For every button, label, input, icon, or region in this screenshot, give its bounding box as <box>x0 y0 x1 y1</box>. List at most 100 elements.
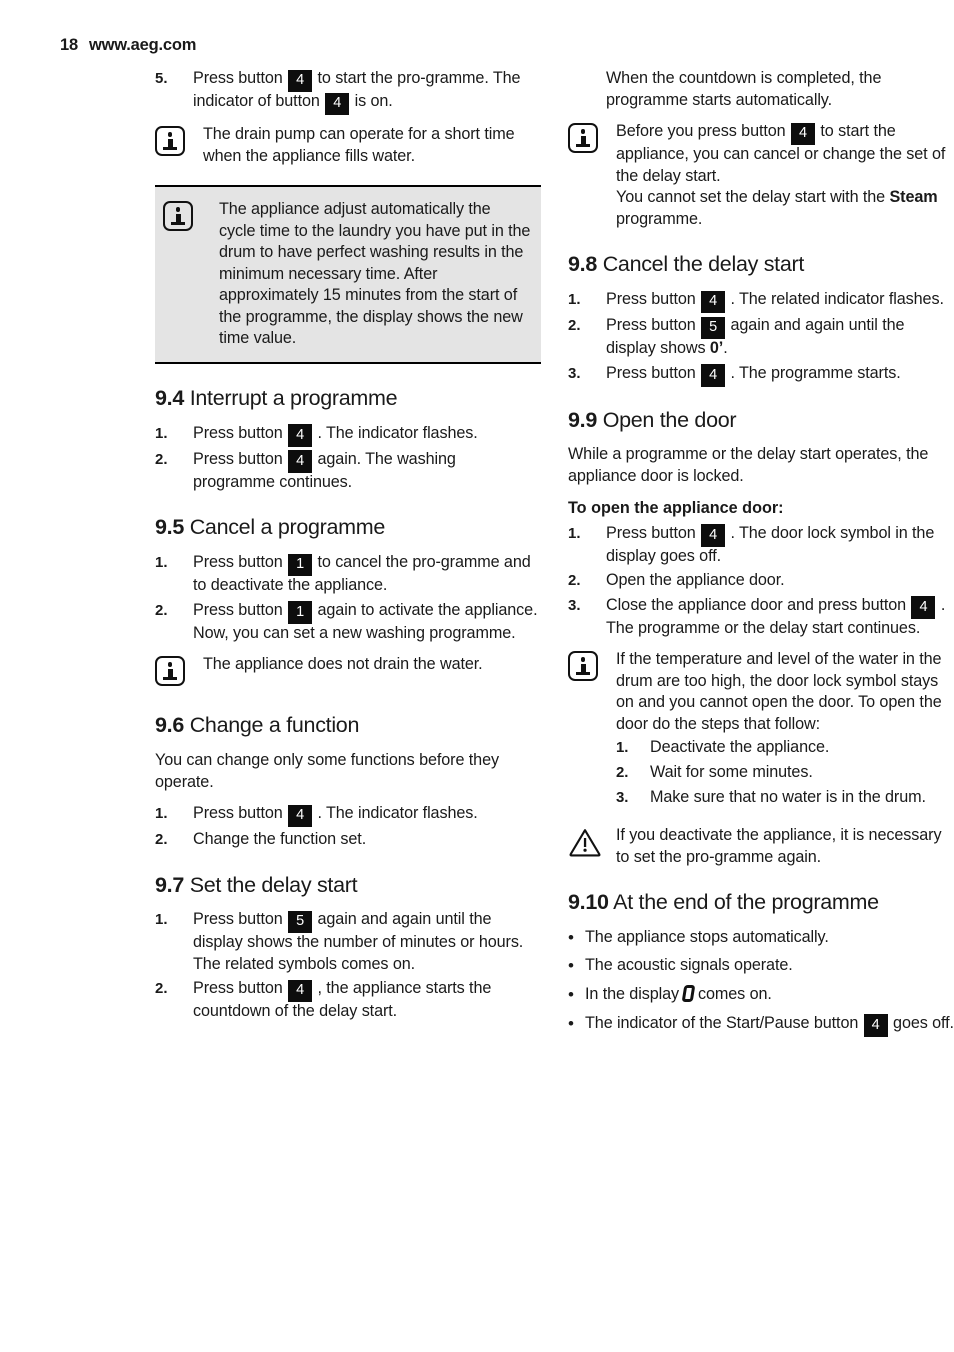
bullet-dot-icon: • <box>568 985 574 1005</box>
section-heading-9-7: 9.7 Set the delay start <box>155 873 541 899</box>
step-text: Press button 5 again and again until the… <box>606 315 954 360</box>
button-badge-4: 4 <box>701 364 726 387</box>
step-text: Press button 4 . The programme starts. <box>606 363 954 387</box>
step-marker: 3. <box>568 596 581 614</box>
site-url: www.aeg.com <box>88 36 197 54</box>
step-text-part: Press button <box>193 69 288 87</box>
step-text-part: Close the appliance door and press butto… <box>606 595 911 614</box>
section-title: Cancel a programme <box>189 515 386 540</box>
step-list-9-4: 1. Press button 4 . The indicator flashe… <box>155 423 541 494</box>
info-icon <box>568 121 616 158</box>
section-number: 9.8 <box>568 252 597 277</box>
section-heading-9-4: 9.4 Interrupt a programme <box>155 386 541 412</box>
bullet-text: The indicator of the Start/Pause button … <box>585 1013 954 1037</box>
step-text: Deactivate the appliance. <box>650 738 830 757</box>
note-no-drain: The appliance does not drain the water. <box>155 654 541 691</box>
bullet-list-9-10: • The appliance stops automatically. • T… <box>568 927 954 1037</box>
step-text-part: Press button <box>193 423 288 442</box>
nested-step-list: 1. Deactivate the appliance. 2. Wait for… <box>616 737 954 808</box>
step-list-9-5: 1. Press button 1 to cancel the pro-gram… <box>155 552 541 644</box>
button-badge-5: 5 <box>288 910 313 934</box>
step-marker: 1. <box>616 739 629 757</box>
info-icon <box>568 649 616 686</box>
subheading-open-door: To open the appliance door: <box>568 498 784 517</box>
section-title: At the end of the programme <box>613 890 879 915</box>
note-text: Before you press button 4 to start the a… <box>616 121 954 230</box>
step-text-part: Press button <box>193 449 288 468</box>
button-badge-4: 4 <box>288 450 313 473</box>
step-text: Change the function set. <box>193 830 367 849</box>
list-item: 1. Press button 1 to cancel the pro-gram… <box>155 552 541 597</box>
step-text: Close the appliance door and press butto… <box>606 595 954 640</box>
list-item: 2. Press button 1 again to activate the … <box>155 600 541 645</box>
list-item: • The acoustic signals operate. <box>568 955 954 977</box>
step-text-part: Press button <box>193 804 288 823</box>
step-text-part: Press button <box>606 363 701 382</box>
bullet-text-part: The indicator of the Start/Pause button <box>585 1013 863 1032</box>
list-item: 5. Press button 4 to start the pro-gramm… <box>155 68 541 115</box>
section-heading-9-10: 9.10 At the end of the programme <box>568 890 954 916</box>
steam-programme-name: Steam <box>889 188 938 207</box>
step-text-part: Press button <box>606 523 701 542</box>
note-before-press-start: Before you press button 4 to start the a… <box>568 121 954 230</box>
list-item: 2. Wait for some minutes. <box>616 762 954 784</box>
step-list-9-7: 1. Press button 5 again and again until … <box>155 909 541 1023</box>
step-list-continued: 5. Press button 4 to start the pro-gramm… <box>155 68 541 115</box>
step-list-9-9: 1. Press button 4 . The door lock symbol… <box>568 523 954 640</box>
step-marker: 3. <box>568 364 581 382</box>
list-item: 1. Press button 4 . The indicator flashe… <box>155 803 541 828</box>
button-badge-4: 4 <box>288 804 313 828</box>
bullet-dot-icon: • <box>568 956 574 976</box>
two-column-body: 5. Press button 4 to start the pro-gramm… <box>0 68 954 1043</box>
countdown-paragraph: When the countdown is completed, the pro… <box>606 69 882 109</box>
list-item: 3. Press button 4 . The programme starts… <box>568 363 954 387</box>
list-item: 2. Change the function set. <box>155 829 541 851</box>
step-text-part: . The indicator flashes. <box>313 423 478 442</box>
section-number: 9.7 <box>155 872 184 897</box>
step-marker: 2. <box>155 601 168 619</box>
step-marker: 2. <box>155 831 168 849</box>
button-badge-4: 4 <box>701 524 726 547</box>
step-list-9-6: 1. Press button 4 . The indicator flashe… <box>155 803 541 851</box>
section-intro-9-6: You can change only some functions befor… <box>155 750 499 791</box>
note-text-part: programme. <box>616 209 703 228</box>
list-item: 2. Press button 5 again and again until … <box>568 315 954 360</box>
bullet-text-part: goes off. <box>888 1013 954 1032</box>
step-text-part: . The indicator flashes. <box>313 804 478 823</box>
note-drain-pump: The drain pump can operate for a short t… <box>155 124 541 167</box>
step-marker: 1. <box>155 911 168 929</box>
note-text: The appliance does not drain the water. <box>203 655 483 674</box>
step-text: Press button 4 . The related indicator f… <box>606 289 954 314</box>
step-text-part: Press button <box>193 910 288 929</box>
step-text: Press button 5 again and again until the… <box>193 909 541 975</box>
bullet-text: The acoustic signals operate. <box>585 956 793 975</box>
step-text: Press button 1 to cancel the pro-gramme … <box>193 552 541 597</box>
page-number: 18 <box>60 36 78 54</box>
step-text: Press button 4 , the appliance starts th… <box>193 978 541 1023</box>
right-column: When the countdown is completed, the pro… <box>568 68 954 1043</box>
step-text-part: . The related indicator flashes. <box>726 290 944 309</box>
step-marker: 2. <box>155 980 168 998</box>
info-icon <box>155 124 203 161</box>
section-heading-9-8: 9.8 Cancel the delay start <box>568 252 954 278</box>
step-text: Press button 4 . The indicator flashes. <box>193 803 541 828</box>
bullet-text-part: In the display <box>585 985 679 1004</box>
list-item: • In the display comes on. <box>568 984 954 1006</box>
section-heading-9-6: 9.6 Change a function <box>155 713 541 739</box>
bullet-dot-icon: • <box>568 1013 574 1033</box>
step-marker: 1. <box>155 424 168 442</box>
note-text: The drain pump can operate for a short t… <box>203 125 515 165</box>
button-badge-5: 5 <box>701 316 726 340</box>
note-text-part: Before you press button <box>616 122 790 141</box>
section-number: 9.6 <box>155 713 184 738</box>
button-badge-4: 4 <box>288 424 313 447</box>
step-text-part: Press button <box>193 979 288 998</box>
bullet-text-part: comes on. <box>698 985 772 1004</box>
section-title: Cancel the delay start <box>602 252 805 277</box>
info-icon <box>163 199 219 236</box>
note-cycle-time-shaded: The appliance adjust automatically the c… <box>155 185 541 364</box>
button-badge-1: 1 <box>288 601 313 624</box>
list-item: 1. Press button 5 again and again until … <box>155 909 541 975</box>
note-door-lock: If the temperature and level of the wate… <box>568 649 954 811</box>
list-item: • The appliance stops automatically. <box>568 927 954 949</box>
